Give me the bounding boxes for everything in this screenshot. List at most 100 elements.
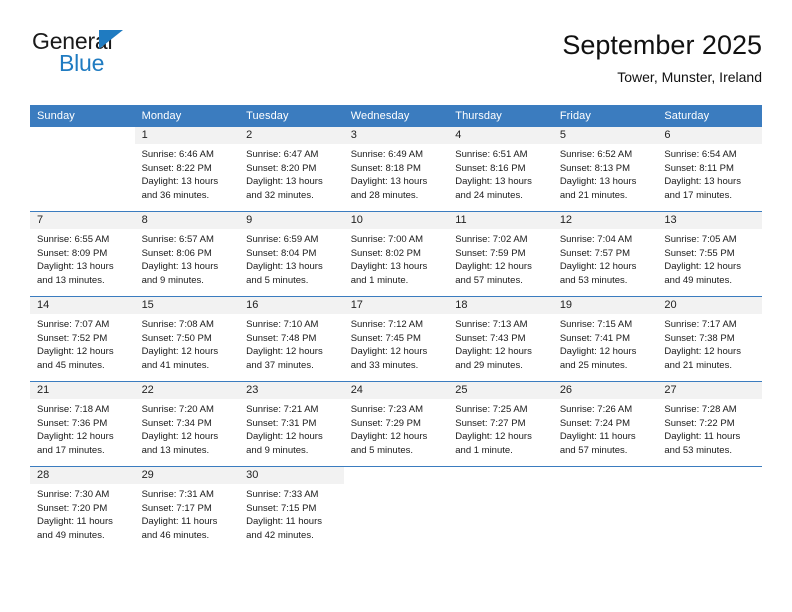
day-number: 28 [30, 467, 135, 484]
calendar-day-cell[interactable]: 2 Sunrise: 6:47 AM Sunset: 8:20 PM Dayli… [239, 127, 344, 212]
sunset-text: Sunset: 8:20 PM [246, 162, 317, 174]
sunset-text: Sunset: 7:27 PM [455, 417, 526, 429]
sunrise-text: Sunrise: 7:08 AM [141, 319, 214, 330]
calendar-day-cell[interactable]: 4 Sunrise: 6:51 AM Sunset: 8:16 PM Dayli… [448, 127, 553, 212]
daylight-text-line2: and 1 minute. [455, 444, 513, 456]
day-cell-inner: 21 Sunrise: 7:18 AM Sunset: 7:36 PM Dayl… [30, 382, 135, 466]
sunset-text: Sunset: 7:45 PM [350, 332, 421, 344]
calendar-day-cell[interactable]: 8 Sunrise: 6:57 AM Sunset: 8:06 PM Dayli… [134, 211, 240, 297]
daylight-text-line1: Daylight: 13 hours [455, 176, 532, 188]
sunset-text: Sunset: 8:04 PM [246, 247, 317, 259]
calendar-day-cell[interactable]: 5 Sunrise: 6:52 AM Sunset: 8:13 PM Dayli… [552, 127, 658, 212]
sunset-text: Sunset: 8:16 PM [455, 162, 526, 174]
calendar-day-cell[interactable]: 22 Sunrise: 7:20 AM Sunset: 7:34 PM Dayl… [134, 381, 240, 467]
daylight-text-line2: and 5 minutes. [246, 274, 309, 286]
day-details: Sunrise: 7:23 AM Sunset: 7:29 PM Dayligh… [344, 399, 449, 457]
sunset-text: Sunset: 7:55 PM [664, 247, 735, 259]
calendar-day-cell[interactable]: 10 Sunrise: 7:00 AM Sunset: 8:02 PM Dayl… [343, 211, 449, 297]
sunrise-text: Sunrise: 7:26 AM [559, 404, 633, 415]
sunrise-text: Sunrise: 7:00 AM [350, 234, 424, 245]
calendar-day-cell[interactable] [30, 127, 135, 212]
calendar-day-cell[interactable]: 28 Sunrise: 7:30 AM Sunset: 7:20 PM Dayl… [30, 466, 135, 551]
day-number: 22 [134, 382, 240, 399]
day-cell-inner: 18 Sunrise: 7:13 AM Sunset: 7:43 PM Dayl… [448, 297, 553, 381]
calendar-day-cell[interactable]: 25 Sunrise: 7:25 AM Sunset: 7:27 PM Dayl… [448, 381, 553, 467]
calendar-day-cell[interactable] [657, 466, 762, 551]
daylight-text-line1: Daylight: 12 hours [350, 431, 428, 443]
sunset-text: Sunset: 8:06 PM [141, 247, 212, 259]
day-details: Sunrise: 7:30 AM Sunset: 7:20 PM Dayligh… [30, 484, 135, 542]
calendar-week-row: 1 Sunrise: 6:46 AM Sunset: 8:22 PM Dayli… [30, 127, 762, 212]
day-cell-inner: 13 Sunrise: 7:05 AM Sunset: 7:55 PM Dayl… [657, 212, 762, 296]
day-number: 11 [448, 212, 553, 229]
calendar-day-cell[interactable]: 3 Sunrise: 6:49 AM Sunset: 8:18 PM Dayli… [343, 127, 449, 212]
calendar-day-cell[interactable]: 14 Sunrise: 7:07 AM Sunset: 7:52 PM Dayl… [30, 296, 135, 382]
day-cell-inner: 11 Sunrise: 7:02 AM Sunset: 7:59 PM Dayl… [448, 212, 553, 296]
calendar-day-cell[interactable]: 7 Sunrise: 6:55 AM Sunset: 8:09 PM Dayli… [30, 211, 135, 297]
daylight-text-line2: and 41 minutes. [141, 359, 210, 371]
sunset-text: Sunset: 7:22 PM [664, 417, 735, 429]
calendar-day-cell[interactable]: 17 Sunrise: 7:12 AM Sunset: 7:45 PM Dayl… [343, 296, 449, 382]
sunset-text: Sunset: 8:09 PM [37, 247, 108, 259]
daylight-text-line1: Daylight: 12 hours [141, 431, 219, 443]
day-number: 27 [657, 382, 762, 399]
daylight-text-line2: and 57 minutes. [455, 274, 523, 286]
day-cell-inner: 8 Sunrise: 6:57 AM Sunset: 8:06 PM Dayli… [134, 212, 240, 296]
day-details: Sunrise: 6:59 AM Sunset: 8:04 PM Dayligh… [239, 229, 344, 287]
day-details: Sunrise: 7:10 AM Sunset: 7:48 PM Dayligh… [239, 314, 344, 372]
day-details: Sunrise: 7:31 AM Sunset: 7:17 PM Dayligh… [135, 484, 240, 542]
calendar-day-cell[interactable] [448, 466, 553, 551]
day-number [343, 467, 449, 484]
daylight-text-line1: Daylight: 11 hours [559, 431, 636, 443]
calendar-day-cell[interactable]: 15 Sunrise: 7:08 AM Sunset: 7:50 PM Dayl… [134, 296, 240, 382]
sunrise-text: Sunrise: 7:28 AM [664, 404, 737, 415]
day-details: Sunrise: 7:18 AM Sunset: 7:36 PM Dayligh… [30, 399, 135, 457]
calendar-day-cell[interactable]: 19 Sunrise: 7:15 AM Sunset: 7:41 PM Dayl… [552, 296, 658, 382]
calendar-day-cell[interactable]: 18 Sunrise: 7:13 AM Sunset: 7:43 PM Dayl… [448, 296, 553, 382]
calendar-day-cell[interactable]: 12 Sunrise: 7:04 AM Sunset: 7:57 PM Dayl… [552, 211, 658, 297]
day-cell-inner: 23 Sunrise: 7:21 AM Sunset: 7:31 PM Dayl… [239, 382, 344, 466]
calendar-day-cell[interactable]: 23 Sunrise: 7:21 AM Sunset: 7:31 PM Dayl… [239, 381, 344, 467]
brand-logo[interactable]: General Blue [30, 28, 270, 90]
day-number: 16 [239, 297, 344, 314]
calendar-day-cell[interactable] [343, 466, 449, 551]
daylight-text-line2: and 53 minutes. [559, 274, 628, 286]
weekday-header-monday: Monday [134, 105, 240, 127]
calendar-day-cell[interactable]: 27 Sunrise: 7:28 AM Sunset: 7:22 PM Dayl… [657, 381, 762, 467]
calendar-day-cell[interactable]: 29 Sunrise: 7:31 AM Sunset: 7:17 PM Dayl… [134, 466, 240, 551]
day-details: Sunrise: 6:52 AM Sunset: 8:13 PM Dayligh… [553, 144, 658, 202]
calendar-day-cell[interactable] [552, 466, 658, 551]
calendar-day-cell[interactable]: 1 Sunrise: 6:46 AM Sunset: 8:22 PM Dayli… [134, 127, 240, 212]
calendar-day-cell[interactable]: 30 Sunrise: 7:33 AM Sunset: 7:15 PM Dayl… [239, 466, 344, 551]
day-details: Sunrise: 7:15 AM Sunset: 7:41 PM Dayligh… [553, 314, 658, 372]
page-header: General Blue September 2025 Tower, Munst… [30, 28, 762, 98]
day-number [657, 467, 762, 484]
day-number: 18 [448, 297, 553, 314]
weekday-header-sunday: Sunday [30, 105, 135, 127]
calendar-day-cell[interactable]: 11 Sunrise: 7:02 AM Sunset: 7:59 PM Dayl… [448, 211, 553, 297]
sunrise-text: Sunrise: 6:54 AM [664, 149, 737, 160]
day-cell-inner: 2 Sunrise: 6:47 AM Sunset: 8:20 PM Dayli… [239, 127, 344, 211]
weekday-header-thursday: Thursday [448, 105, 553, 127]
day-cell-inner: 3 Sunrise: 6:49 AM Sunset: 8:18 PM Dayli… [343, 127, 449, 211]
day-details: Sunrise: 7:04 AM Sunset: 7:57 PM Dayligh… [553, 229, 658, 287]
title-block: September 2025 Tower, Munster, Ireland [562, 28, 762, 88]
calendar-day-cell[interactable]: 9 Sunrise: 6:59 AM Sunset: 8:04 PM Dayli… [239, 211, 344, 297]
day-number: 2 [239, 127, 344, 144]
daylight-text-line1: Daylight: 12 hours [664, 261, 741, 273]
calendar-day-cell[interactable]: 6 Sunrise: 6:54 AM Sunset: 8:11 PM Dayli… [657, 127, 762, 212]
daylight-text-line1: Daylight: 12 hours [455, 261, 532, 273]
daylight-text-line2: and 57 minutes. [559, 444, 628, 456]
calendar-day-cell[interactable]: 20 Sunrise: 7:17 AM Sunset: 7:38 PM Dayl… [657, 296, 762, 382]
day-details: Sunrise: 7:26 AM Sunset: 7:24 PM Dayligh… [553, 399, 658, 457]
weekday-header-saturday: Saturday [657, 105, 762, 127]
calendar-day-cell[interactable]: 21 Sunrise: 7:18 AM Sunset: 7:36 PM Dayl… [30, 381, 135, 467]
calendar-day-cell[interactable]: 26 Sunrise: 7:26 AM Sunset: 7:24 PM Dayl… [552, 381, 658, 467]
calendar-day-cell[interactable]: 13 Sunrise: 7:05 AM Sunset: 7:55 PM Dayl… [657, 211, 762, 297]
calendar-day-cell[interactable]: 16 Sunrise: 7:10 AM Sunset: 7:48 PM Dayl… [239, 296, 344, 382]
page-subtitle: Tower, Munster, Ireland [617, 69, 762, 85]
calendar-week-row: 7 Sunrise: 6:55 AM Sunset: 8:09 PM Dayli… [30, 211, 762, 297]
calendar-day-cell[interactable]: 24 Sunrise: 7:23 AM Sunset: 7:29 PM Dayl… [343, 381, 449, 467]
daylight-text-line1: Daylight: 12 hours [455, 346, 532, 358]
sunrise-text: Sunrise: 7:20 AM [141, 404, 214, 415]
